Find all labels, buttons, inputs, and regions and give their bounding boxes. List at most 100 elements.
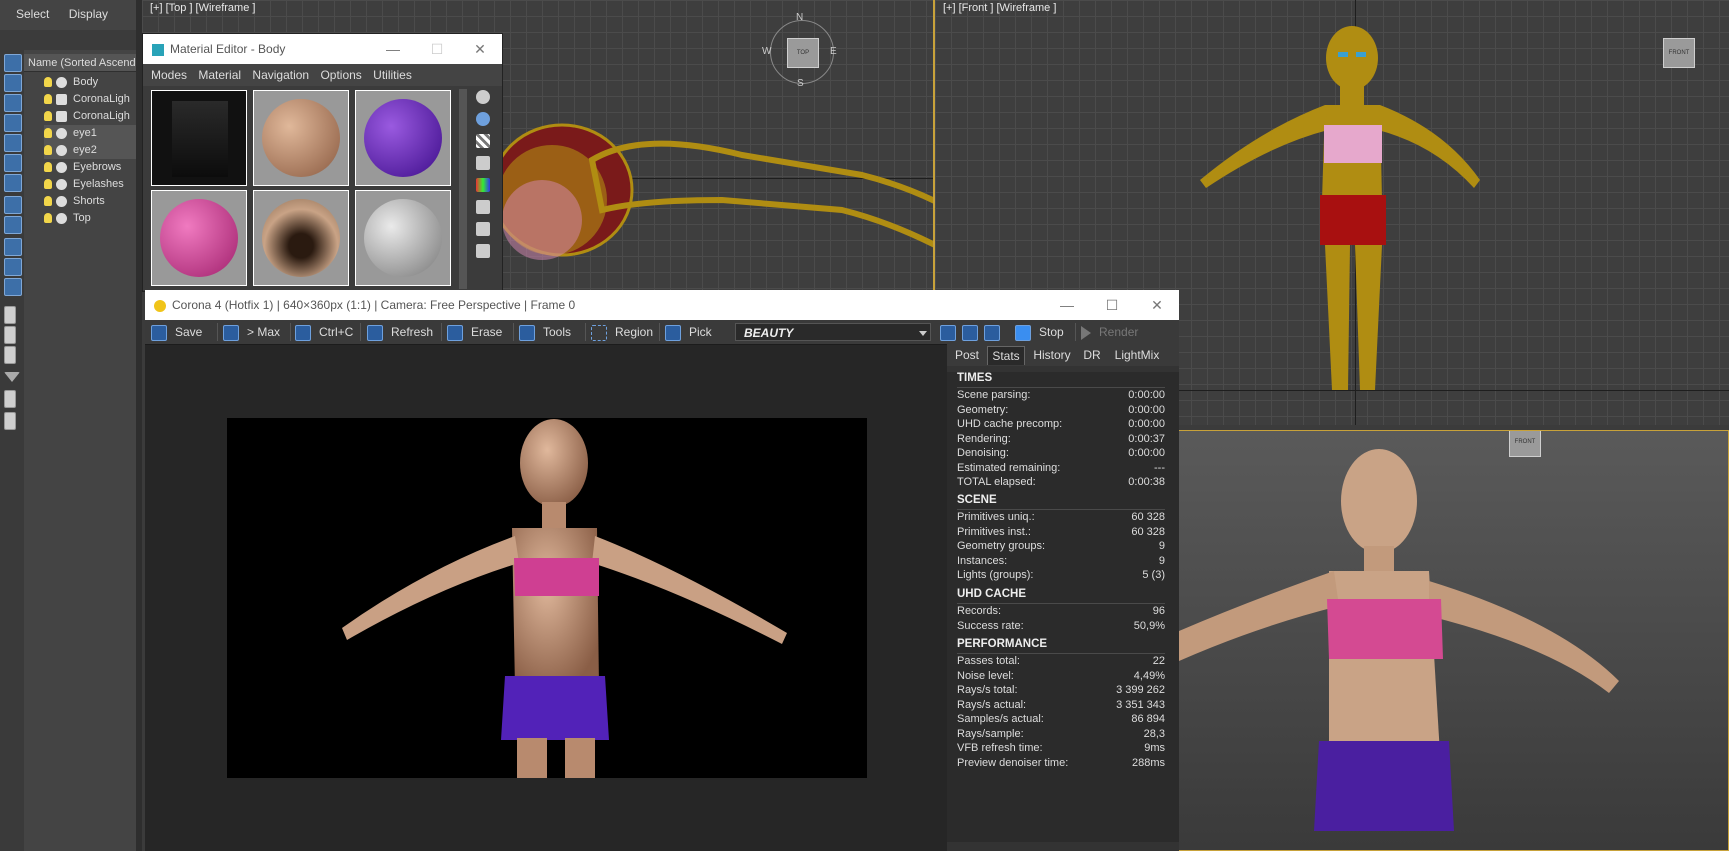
- refresh-button[interactable]: Refresh: [367, 323, 433, 341]
- minimize-button[interactable]: —: [1045, 290, 1089, 320]
- viewport-top-label[interactable]: [+] [Top ] [Wireframe ]: [150, 2, 255, 14]
- scene-item-eye2[interactable]: eye2: [44, 142, 136, 159]
- filter-icon[interactable]: [4, 372, 20, 382]
- minimize-button[interactable]: —: [371, 34, 415, 64]
- scene-item-body[interactable]: Body: [44, 74, 136, 91]
- viewcube-front[interactable]: FRONT: [1663, 38, 1695, 68]
- stat-label: Primitives inst.:: [957, 525, 1031, 538]
- light-bulb-icon[interactable]: [44, 128, 52, 139]
- tab-history[interactable]: History: [1027, 346, 1077, 364]
- viewcube-perspective[interactable]: FRONT: [1509, 431, 1541, 457]
- scene-item-coronalight-1[interactable]: CoronaLigh: [44, 91, 136, 108]
- send-to-max-button[interactable]: > Max: [223, 323, 280, 341]
- material-slot-4[interactable]: [151, 190, 247, 286]
- backlight-icon[interactable]: [476, 112, 490, 126]
- render-button[interactable]: Render: [1081, 323, 1138, 341]
- display-containers-icon[interactable]: [4, 238, 22, 256]
- stat-value: 9: [1158, 554, 1165, 567]
- zoom-out-button[interactable]: [962, 323, 978, 341]
- erase-button[interactable]: Erase: [447, 323, 502, 341]
- light-bulb-icon[interactable]: [44, 111, 52, 122]
- options-icon[interactable]: [476, 222, 490, 236]
- explorer-column-header[interactable]: Name (Sorted Ascendi: [24, 54, 136, 72]
- maximize-button[interactable]: ☐: [415, 34, 459, 64]
- display-spacewarps-icon[interactable]: [4, 154, 22, 172]
- menu-options[interactable]: Options: [312, 64, 361, 82]
- pick-button[interactable]: Pick: [665, 323, 712, 341]
- viewport-front-label[interactable]: [+] [Front ] [Wireframe ]: [943, 2, 1056, 14]
- display-helpers-icon[interactable]: [4, 134, 22, 152]
- menu-navigation[interactable]: Navigation: [244, 64, 309, 82]
- render-canvas[interactable]: [227, 418, 867, 778]
- render-element-select[interactable]: BEAUTY: [735, 323, 931, 341]
- menu-material[interactable]: Material: [190, 64, 241, 82]
- material-slot-3[interactable]: [355, 90, 451, 186]
- light-bulb-icon[interactable]: [44, 145, 52, 156]
- filter-options-icon[interactable]: [4, 390, 16, 408]
- maximize-button[interactable]: ☐: [1090, 290, 1134, 320]
- viewport-perspective[interactable]: FRONT: [1178, 430, 1729, 851]
- display-lights-icon[interactable]: [4, 94, 22, 112]
- scene-item-top[interactable]: Top: [44, 210, 136, 227]
- stat-label: Passes total:: [957, 655, 1020, 667]
- material-slot-1[interactable]: [151, 90, 247, 186]
- zoom-fit-button[interactable]: [984, 323, 1000, 341]
- scene-item-eye1[interactable]: eye1: [44, 125, 136, 142]
- tools-button[interactable]: Tools: [519, 323, 571, 341]
- tab-lightmix[interactable]: LightMix: [1107, 346, 1167, 364]
- display-frozen-icon[interactable]: [4, 258, 22, 276]
- viewcube-top[interactable]: TOP: [787, 38, 819, 68]
- display-cameras-icon[interactable]: [4, 114, 22, 132]
- display-geometry-icon[interactable]: [4, 54, 22, 72]
- select-by-material-icon[interactable]: [476, 244, 490, 258]
- display-hidden-icon[interactable]: [4, 278, 22, 296]
- material-slot-6[interactable]: [355, 190, 451, 286]
- scene-item-eyebrows[interactable]: Eyebrows: [44, 159, 136, 176]
- zoom-in-button[interactable]: [940, 323, 956, 341]
- background-checker-icon[interactable]: [476, 134, 490, 148]
- vfb-titlebar[interactable]: Corona 4 (Hotfix 1) | 640×360px (1:1) | …: [145, 290, 1179, 320]
- make-preview-icon[interactable]: [476, 200, 490, 214]
- light-bulb-icon[interactable]: [44, 196, 52, 207]
- tab-stats[interactable]: Stats: [987, 346, 1025, 365]
- close-button[interactable]: ✕: [1135, 290, 1179, 320]
- display-groups-icon[interactable]: [4, 174, 22, 192]
- light-bulb-icon[interactable]: [44, 213, 52, 224]
- sample-type-icon[interactable]: [476, 90, 490, 104]
- light-bulb-icon[interactable]: [44, 179, 52, 190]
- video-color-check-icon[interactable]: [476, 178, 490, 192]
- stop-button[interactable]: Stop: [1015, 323, 1064, 341]
- light-bulb-icon[interactable]: [44, 94, 52, 105]
- menu-display[interactable]: Display: [53, 0, 108, 21]
- scene-item-shorts[interactable]: Shorts: [44, 193, 136, 210]
- display-shapes-icon[interactable]: [4, 74, 22, 92]
- copy-button[interactable]: Ctrl+C: [295, 323, 353, 341]
- display-xrefs-icon[interactable]: [4, 196, 22, 214]
- scene-item-coronalight-2[interactable]: CoronaLigh: [44, 108, 136, 125]
- sample-uv-tiling-icon[interactable]: [476, 156, 490, 170]
- display-all-icon[interactable]: [4, 306, 16, 324]
- tab-post[interactable]: Post: [949, 346, 985, 364]
- tab-dr[interactable]: DR: [1079, 346, 1105, 364]
- material-slots-scrollbar[interactable]: [459, 89, 467, 289]
- stat-row-times: TOTAL elapsed: 0:00:38: [957, 476, 1165, 492]
- close-button[interactable]: ✕: [458, 34, 502, 64]
- scene-item-eyelashes[interactable]: Eyelashes: [44, 176, 136, 193]
- menu-select[interactable]: Select: [0, 0, 49, 21]
- section-divider: [957, 509, 1165, 510]
- menu-modes[interactable]: Modes: [143, 64, 187, 82]
- layer-icon[interactable]: [4, 412, 16, 430]
- save-button[interactable]: Save: [151, 323, 202, 341]
- display-none-icon[interactable]: [4, 326, 16, 344]
- display-bones-icon[interactable]: [4, 216, 22, 234]
- material-slot-2[interactable]: [253, 90, 349, 186]
- material-slot-5[interactable]: [253, 190, 349, 286]
- material-editor-titlebar[interactable]: Material Editor - Body — ☐ ✕: [143, 34, 502, 64]
- region-button[interactable]: Region: [591, 323, 653, 341]
- preview-sphere: [160, 199, 238, 277]
- light-bulb-icon[interactable]: [44, 162, 52, 173]
- light-bulb-icon[interactable]: [44, 77, 52, 88]
- display-invert-icon[interactable]: [4, 346, 16, 364]
- stat-label: TOTAL elapsed:: [957, 476, 1036, 488]
- menu-utilities[interactable]: Utilities: [365, 64, 412, 82]
